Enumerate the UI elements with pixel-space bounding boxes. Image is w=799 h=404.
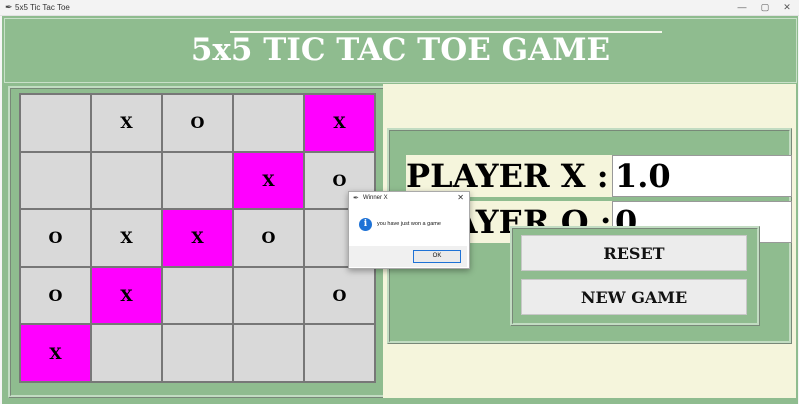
minimize-button[interactable]: — [735,2,749,12]
board-cell-0-1[interactable]: X [91,94,162,152]
board-cell-3-0[interactable]: O [20,266,91,325]
board-cell-4-2[interactable] [162,324,233,382]
board-cell-3-4[interactable]: O [304,266,375,325]
player-x-score[interactable]: 1.0 [612,155,792,197]
feather-icon: ✒ [5,2,13,12]
board-frame: XOXXOOXXOOXOX [8,86,386,398]
header-divider [230,31,662,33]
board-cell-1-0[interactable] [20,151,91,210]
dialog-title: Winner X [363,195,388,201]
maximize-button[interactable]: ▢ [758,2,772,13]
board-cell-0-4[interactable]: X [304,94,375,152]
winner-dialog: ✒ Winner X ✕ i you have just won a game … [348,191,470,269]
new-game-button[interactable]: NEW GAME [521,279,747,315]
dialog-close-button[interactable]: ✕ [457,193,464,202]
board-cell-4-0[interactable]: X [20,324,91,382]
buttons-frame: RESET NEW GAME [510,226,760,326]
board-cell-0-3[interactable] [233,94,304,152]
window-titlebar: ✒ 5x5 Tic Tac Toe — ▢ ✕ [0,0,799,16]
board-cell-4-3[interactable] [233,324,304,382]
reset-button[interactable]: RESET [521,235,747,271]
board-cell-1-2[interactable] [162,151,233,210]
ok-button[interactable]: OK [413,250,461,263]
board-cell-0-2[interactable]: O [162,94,233,152]
info-icon: i [359,218,372,231]
board-cell-3-1[interactable]: X [91,266,162,325]
window-title: 5x5 Tic Tac Toe [15,3,70,12]
board-cell-3-2[interactable] [162,266,233,325]
board-cell-3-3[interactable] [233,266,304,325]
page-title: 5x5 TIC TAC TOE GAME [4,18,797,83]
dialog-feather-icon: ✒ [353,195,359,202]
board-cell-2-1[interactable]: X [91,209,162,267]
dialog-footer: OK [349,246,467,267]
board-cell-2-3[interactable]: O [233,209,304,267]
board-cell-2-0[interactable]: O [20,209,91,267]
board-cell-4-1[interactable] [91,324,162,382]
close-button[interactable]: ✕ [780,2,794,13]
board-cell-0-0[interactable] [20,94,91,152]
board-cell-2-2[interactable]: X [162,209,233,267]
board-cell-1-1[interactable] [91,151,162,210]
board-cell-4-4[interactable] [304,324,375,382]
dialog-message: you have just won a game [377,221,441,227]
game-board: XOXXOOXXOOXOX [19,93,376,383]
board-cell-1-3[interactable]: X [233,151,304,210]
